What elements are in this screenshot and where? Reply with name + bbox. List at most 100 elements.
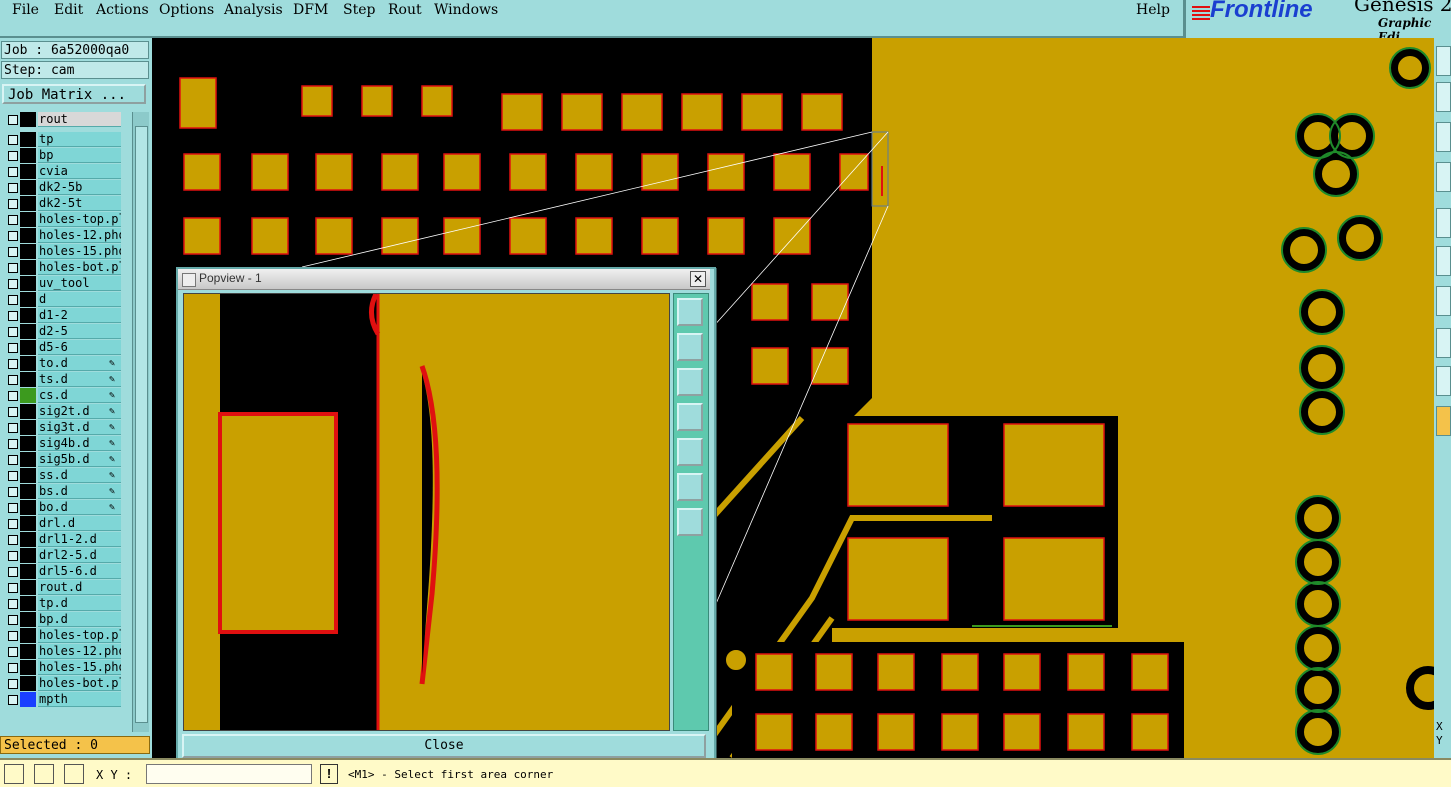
zoom-area-icon[interactable] bbox=[4, 764, 24, 784]
tool-4-icon[interactable] bbox=[1436, 162, 1451, 192]
layer-checkbox[interactable] bbox=[8, 407, 18, 417]
layer-checkbox[interactable] bbox=[8, 535, 18, 545]
layer-name[interactable]: d5-6 bbox=[38, 340, 121, 355]
layer-name[interactable]: holes-top.pl bbox=[38, 212, 121, 227]
window-menu-icon[interactable] bbox=[182, 273, 196, 287]
layer-name[interactable]: to.d ✎ bbox=[38, 356, 121, 371]
layer-checkbox[interactable] bbox=[8, 423, 18, 433]
layer-row[interactable]: sig2t.d ✎ bbox=[2, 404, 124, 419]
layer-name[interactable]: holes-bot.pl bbox=[38, 260, 121, 275]
layer-name[interactable]: bp.d bbox=[38, 612, 121, 627]
layer-row[interactable]: bo.d ✎ bbox=[2, 500, 124, 515]
layer-checkbox[interactable] bbox=[8, 311, 18, 321]
layer-row[interactable]: bs.d ✎ bbox=[2, 484, 124, 499]
tool-5-icon[interactable] bbox=[1436, 208, 1451, 238]
layer-name[interactable]: dk2-5t bbox=[38, 196, 121, 211]
layer-row[interactable]: holes-top.pl bbox=[2, 628, 124, 643]
layer-checkbox[interactable] bbox=[8, 487, 18, 497]
layer-name[interactable]: drl5-6.d bbox=[38, 564, 121, 579]
layer-name[interactable]: sig3t.d ✎ bbox=[38, 420, 121, 435]
layer-row[interactable]: tp bbox=[2, 132, 124, 147]
layer-name[interactable]: bs.d ✎ bbox=[38, 484, 121, 499]
pan-up-icon[interactable] bbox=[677, 333, 703, 361]
tool-3-icon[interactable] bbox=[1436, 122, 1451, 152]
layer-row[interactable]: ss.d ✎ bbox=[2, 468, 124, 483]
menu-analysis[interactable]: Analysis bbox=[224, 2, 283, 18]
layer-checkbox[interactable] bbox=[8, 551, 18, 561]
zoom-fit-icon[interactable] bbox=[677, 298, 703, 326]
pan-down-icon[interactable] bbox=[677, 368, 703, 396]
zoom-out-icon[interactable] bbox=[677, 508, 703, 536]
layer-row[interactable]: d bbox=[2, 292, 124, 307]
layer-row[interactable]: dk2-5t bbox=[2, 196, 124, 211]
layer-checkbox[interactable] bbox=[8, 151, 18, 161]
layer-checkbox[interactable] bbox=[8, 115, 18, 125]
layer-name[interactable]: d bbox=[38, 292, 121, 307]
popview-titlebar[interactable]: Popview - 1 ✕ bbox=[178, 269, 710, 290]
menu-help[interactable]: Help bbox=[1136, 2, 1170, 18]
layer-checkbox[interactable] bbox=[8, 503, 18, 513]
layer-name[interactable]: drl1-2.d bbox=[38, 532, 121, 547]
layer-name[interactable]: bo.d ✎ bbox=[38, 500, 121, 515]
layer-name[interactable]: cs.d ✎ bbox=[38, 388, 121, 403]
tool-7-icon[interactable] bbox=[1436, 286, 1451, 316]
layer-name[interactable]: holes-top.pl bbox=[38, 628, 121, 643]
tool-9-icon[interactable] bbox=[1436, 366, 1451, 396]
menu-options[interactable]: Options bbox=[159, 2, 214, 18]
layer-checkbox[interactable] bbox=[8, 519, 18, 529]
layer-name[interactable]: drl.d bbox=[38, 516, 121, 531]
tool-6-icon[interactable] bbox=[1436, 246, 1451, 276]
layer-row[interactable]: rout.d bbox=[2, 580, 124, 595]
layer-row[interactable]: d1-2 bbox=[2, 308, 124, 323]
layer-row[interactable]: holes-12.pho bbox=[2, 228, 124, 243]
layer-checkbox[interactable] bbox=[8, 631, 18, 641]
warning-icon[interactable]: ! bbox=[320, 764, 338, 784]
layer-name[interactable]: sig4b.d ✎ bbox=[38, 436, 121, 451]
layer-checkbox[interactable] bbox=[8, 455, 18, 465]
layer-checkbox[interactable] bbox=[8, 135, 18, 145]
layer-row[interactable]: sig4b.d ✎ bbox=[2, 436, 124, 451]
tool-1-icon[interactable] bbox=[1436, 46, 1451, 76]
layer-checkbox[interactable] bbox=[8, 247, 18, 257]
layer-row[interactable]: ts.d ✎ bbox=[2, 372, 124, 387]
layer-row[interactable]: mpth bbox=[2, 692, 124, 707]
layer-checkbox[interactable] bbox=[8, 183, 18, 193]
measure-icon[interactable] bbox=[34, 764, 54, 784]
layer-checkbox[interactable] bbox=[8, 231, 18, 241]
xy-input[interactable] bbox=[146, 764, 312, 784]
layer-checkbox[interactable] bbox=[8, 663, 18, 673]
layer-checkbox[interactable] bbox=[8, 647, 18, 657]
layer-name[interactable]: tp bbox=[38, 132, 121, 147]
layer-checkbox[interactable] bbox=[8, 359, 18, 369]
menu-dfm[interactable]: DFM bbox=[293, 2, 328, 18]
layer-row[interactable]: sig5b.d ✎ bbox=[2, 452, 124, 467]
layer-name[interactable]: holes-15.pho bbox=[38, 244, 121, 259]
layer-checkbox[interactable] bbox=[8, 567, 18, 577]
layer-row[interactable]: tp.d bbox=[2, 596, 124, 611]
layer-name[interactable]: ts.d ✎ bbox=[38, 372, 121, 387]
menu-step[interactable]: Step bbox=[343, 2, 375, 18]
layer-checkbox[interactable] bbox=[8, 279, 18, 289]
layer-row[interactable]: cvia bbox=[2, 164, 124, 179]
layer-row[interactable]: drl1-2.d bbox=[2, 532, 124, 547]
layer-name[interactable]: holes-12.pho bbox=[38, 644, 121, 659]
layer-checkbox[interactable] bbox=[8, 471, 18, 481]
layer-name[interactable]: rout.d bbox=[38, 580, 121, 595]
menu-edit[interactable]: Edit bbox=[54, 2, 83, 18]
layer-row[interactable]: holes-15.pho bbox=[2, 244, 124, 259]
layer-name[interactable]: tp.d bbox=[38, 596, 121, 611]
layer-name[interactable]: rout bbox=[38, 112, 121, 127]
layer-name[interactable]: sig5b.d ✎ bbox=[38, 452, 121, 467]
layer-name[interactable]: uv_tool bbox=[38, 276, 121, 291]
pan-right-icon[interactable] bbox=[677, 438, 703, 466]
layer-row[interactable]: d2-5 bbox=[2, 324, 124, 339]
layer-row[interactable]: holes-12.pho bbox=[2, 644, 124, 659]
layer-checkbox[interactable] bbox=[8, 615, 18, 625]
menu-windows[interactable]: Windows bbox=[434, 2, 498, 18]
layer-name[interactable]: drl2-5.d bbox=[38, 548, 121, 563]
pan-left-icon[interactable] bbox=[677, 403, 703, 431]
layer-checkbox[interactable] bbox=[8, 695, 18, 705]
layer-name[interactable]: d1-2 bbox=[38, 308, 121, 323]
layer-checkbox[interactable] bbox=[8, 679, 18, 689]
menu-rout[interactable]: Rout bbox=[388, 2, 422, 18]
